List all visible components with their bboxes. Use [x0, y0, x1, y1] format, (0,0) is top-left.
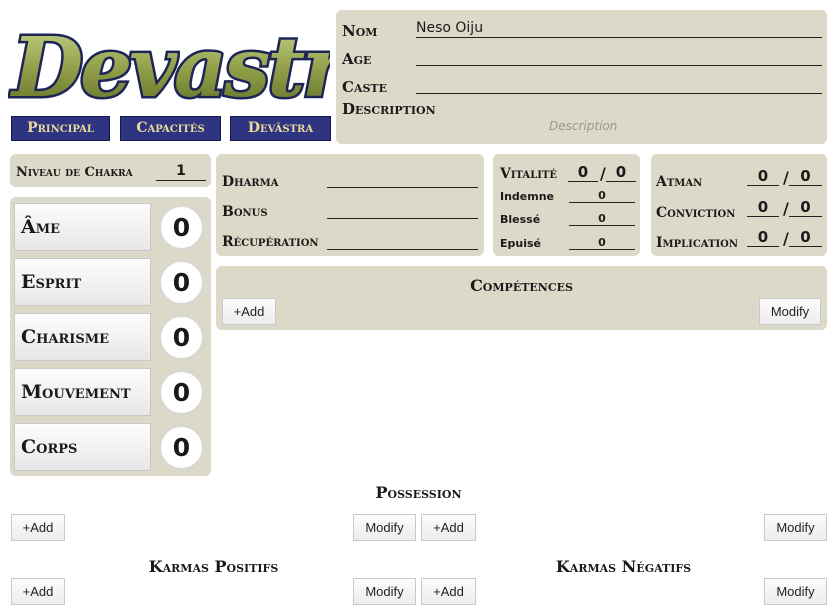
vitalite-slash: / [600, 164, 606, 183]
recuperation-label: Récupération [222, 234, 319, 250]
indemne-label: Indemne [500, 190, 555, 203]
description-field[interactable]: Description [549, 119, 617, 133]
blesse-label: Blessé [500, 213, 541, 226]
karmas-negatifs-modify-button[interactable]: Modify [764, 578, 827, 605]
karmas-positifs-title: Karmas Positifs [148, 557, 279, 576]
attribute-ame-value[interactable]: 0 [158, 204, 205, 251]
dharma-label: Dharma [222, 174, 279, 190]
competences-add-button[interactable]: +Add [222, 298, 276, 325]
possession-modify-left-button[interactable]: Modify [353, 514, 416, 541]
vitalite-current[interactable]: 0 [568, 164, 598, 182]
tab-principal[interactable]: Principal [11, 116, 110, 141]
nom-field[interactable]: Neso Oiju [416, 20, 822, 38]
attribute-charisme-button[interactable]: Charisme [14, 313, 151, 361]
karmas-positifs-modify-button[interactable]: Modify [353, 578, 416, 605]
dharma-field[interactable] [327, 174, 478, 188]
attribute-mouvement-button[interactable]: Mouvement [14, 368, 151, 416]
age-field[interactable] [416, 48, 822, 66]
tab-devastra[interactable]: Devâstra [230, 116, 331, 141]
karmas-negatifs-add-button[interactable]: +Add [421, 578, 476, 605]
devastra-logo: Devastra [8, 10, 398, 119]
implication-current[interactable]: 0 [747, 229, 779, 247]
implication-max[interactable]: 0 [789, 229, 822, 247]
conviction-max[interactable]: 0 [789, 199, 822, 217]
vitalite-max[interactable]: 0 [606, 164, 636, 182]
nom-label: Nom [342, 22, 378, 40]
tab-capacites[interactable]: Capacités [120, 116, 221, 141]
blesse-value[interactable]: 0 [569, 212, 635, 226]
vitalite-label: Vitalité [500, 166, 557, 182]
implication-slash: / [783, 229, 789, 248]
chakra-value[interactable]: 1 [156, 163, 206, 181]
conviction-label: Conviction [656, 205, 736, 221]
conviction-current[interactable]: 0 [747, 199, 779, 217]
epuise-label: Epuisé [500, 237, 541, 250]
possession-modify-right-button[interactable]: Modify [764, 514, 827, 541]
competences-modify-button[interactable]: Modify [759, 298, 821, 325]
indemne-value[interactable]: 0 [569, 189, 635, 203]
possession-add-left-button[interactable]: +Add [11, 514, 65, 541]
bonus-label: Bonus [222, 204, 268, 220]
chakra-label: Niveau de Chakra [16, 165, 133, 180]
karmas-positifs-add-button[interactable]: +Add [11, 578, 65, 605]
attribute-esprit-button[interactable]: Esprit [14, 258, 151, 306]
attribute-ame-button[interactable]: Âme [14, 203, 151, 251]
atman-slash: / [783, 168, 789, 187]
bonus-field[interactable] [327, 205, 478, 219]
atman-label: Atman [656, 174, 703, 190]
implication-label: Implication [656, 235, 738, 251]
caste-field[interactable] [416, 76, 822, 94]
attribute-corps-value[interactable]: 0 [158, 424, 205, 471]
attribute-mouvement-value[interactable]: 0 [158, 369, 205, 416]
possession-add-right-button[interactable]: +Add [421, 514, 476, 541]
logo-text: Devastra [10, 20, 330, 110]
description-label: Description [342, 100, 436, 118]
competences-title: Compétences [470, 276, 573, 295]
age-label: Age [342, 50, 372, 68]
conviction-slash: / [783, 199, 789, 218]
attribute-corps-button[interactable]: Corps [14, 423, 151, 471]
epuise-value[interactable]: 0 [569, 236, 635, 250]
atman-max[interactable]: 0 [789, 168, 822, 186]
attribute-esprit-value[interactable]: 0 [158, 259, 205, 306]
possession-title: Possession [375, 483, 462, 502]
karmas-negatifs-title: Karmas Négatifs [555, 557, 692, 576]
atman-current[interactable]: 0 [747, 168, 779, 186]
caste-label: Caste [342, 78, 387, 96]
recuperation-field[interactable] [327, 236, 478, 250]
attribute-charisme-value[interactable]: 0 [158, 314, 205, 361]
